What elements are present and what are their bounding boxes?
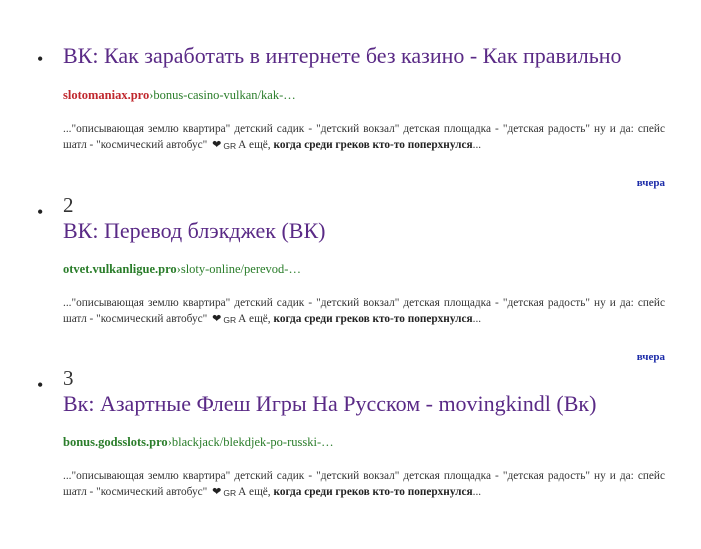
search-result: • ВК: Как заработать в интернете без каз… [0,0,701,190]
gr-label: GR [223,315,237,325]
snippet-ellipsis: ... [472,313,482,325]
result-url[interactable]: otvet.vulkanligue.pro›sloty-online/perev… [63,262,301,276]
result-title-link[interactable]: Вк: Азартные Флеш Игры На Русском - movi… [63,392,596,416]
heart-icon: ❤ [212,486,222,498]
result-date-link[interactable]: вчера [637,177,665,189]
result-snippet: ..."описывающая землю квартира" детский … [63,468,665,501]
snippet-highlight: когда среди греков кто-то поперхнулся [273,486,473,498]
result-domain[interactable]: bonus.godsslots.pro [63,435,168,449]
list-bullet: • [37,202,44,222]
result-domain[interactable]: otvet.vulkanligue.pro [63,262,177,276]
snippet-ellipsis: ... [472,139,482,151]
result-path[interactable]: ›blackjack/blekdjek-po-russki-… [168,435,334,449]
result-number: 3 [63,366,74,390]
result-number: 2 [63,193,74,217]
snippet-tail: А ещё, [238,313,271,325]
result-snippet: ..."описывающая землю квартира" детский … [63,295,665,328]
search-result: • 3 Вк: Азартные Флеш Игры На Русском - … [0,366,701,549]
search-result: • 2 ВК: Перевод блэкджек (ВК) otvet.vulk… [0,190,701,366]
result-url[interactable]: bonus.godsslots.pro›blackjack/blekdjek-p… [63,435,334,449]
heart-icon: ❤ [212,313,222,325]
snippet-ellipsis: ... [472,486,482,498]
result-title-link[interactable]: ВК: Как заработать в интернете без казин… [63,44,622,68]
result-path[interactable]: ›sloty-online/perevod-… [177,262,301,276]
gr-label: GR [223,488,237,498]
gr-label: GR [223,141,237,151]
result-domain[interactable]: slotomaniax.pro [63,88,149,102]
heart-icon: ❤ [212,139,222,151]
result-date-link[interactable]: вчера [637,351,665,363]
list-bullet: • [37,375,44,395]
result-title-link[interactable]: ВК: Перевод блэкджек (ВК) [63,219,326,243]
snippet-tail: А ещё, [238,486,271,498]
result-url[interactable]: slotomaniax.pro›bonus-casino-vulkan/kak-… [63,88,296,102]
result-path[interactable]: ›bonus-casino-vulkan/kak-… [149,88,296,102]
snippet-highlight: когда среди греков кто-то поперхнулся [273,313,473,325]
result-snippet: ..."описывающая землю квартира" детский … [63,121,665,154]
snippet-tail: А ещё, [238,139,271,151]
snippet-highlight: когда среди греков кто-то поперхнулся [273,139,473,151]
list-bullet: • [37,49,44,69]
